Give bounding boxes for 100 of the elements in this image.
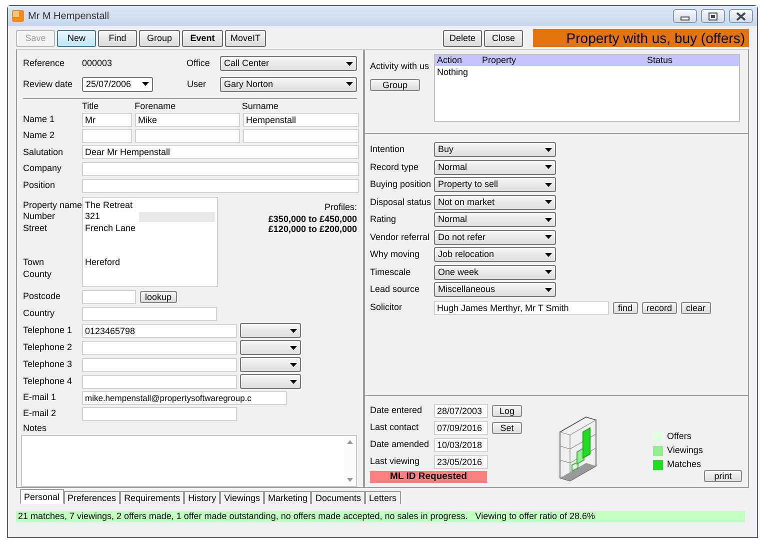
text-field[interactable]: Mike: [135, 112, 240, 127]
dropdown[interactable]: One week: [434, 264, 556, 280]
tab[interactable]: History: [184, 491, 220, 504]
print-button[interactable]: print: [704, 470, 742, 482]
dropdown[interactable]: [240, 357, 301, 372]
action-button[interactable]: Delete: [443, 30, 482, 46]
caret-icon: [346, 82, 353, 86]
text-field[interactable]: mike.hempenstall@propertysoftwaregroup.c: [82, 391, 287, 406]
date-button[interactable]: Set: [492, 422, 522, 434]
close-button[interactable]: [729, 9, 753, 23]
caret-icon: [545, 165, 552, 170]
address-line: Hereford: [85, 257, 120, 268]
date-button[interactable]: Log: [492, 404, 522, 416]
address-line: The Retreat: [85, 200, 133, 210]
dropdown[interactable]: [240, 323, 301, 338]
dropdown[interactable]: Miscellaneous: [434, 282, 556, 298]
text-field[interactable]: [82, 374, 237, 389]
solicitor-button[interactable]: record: [642, 302, 678, 314]
field-label: Rating: [370, 213, 398, 226]
toolbar-button[interactable]: MoveIT: [225, 30, 266, 46]
text-field[interactable]: [82, 407, 237, 422]
text-field[interactable]: [82, 162, 359, 176]
text-field[interactable]: [82, 340, 237, 355]
field-label: Position: [23, 179, 56, 192]
text-field[interactable]: Mr: [82, 112, 132, 127]
text-field[interactable]: Hempenstall: [243, 112, 359, 127]
date-picker[interactable]: 25/07/2006: [82, 76, 153, 92]
toolbar-button[interactable]: Group: [139, 30, 180, 46]
field-label: County: [23, 268, 52, 279]
caret-icon: [545, 148, 552, 152]
text-field[interactable]: [82, 179, 359, 194]
text-field[interactable]: [82, 290, 136, 304]
caret-icon: [290, 328, 297, 333]
solicitor-button[interactable]: clear: [681, 302, 711, 314]
scroll-down-icon[interactable]: [347, 478, 353, 482]
toolbar-button[interactable]: New: [57, 30, 96, 46]
dropdown[interactable]: Do not refer: [434, 230, 556, 245]
address-line: 321: [85, 211, 100, 223]
field-label: Activity with us: [370, 60, 430, 73]
legend-label: Offers: [667, 430, 692, 444]
dropdown[interactable]: Buy: [434, 142, 556, 158]
field-label: E-mail 2: [23, 407, 58, 420]
text-field[interactable]: [82, 358, 237, 372]
scroll-up-icon[interactable]: [347, 440, 353, 444]
minimize-button[interactable]: [673, 9, 697, 23]
dropdown[interactable]: [240, 340, 301, 356]
dropdown[interactable]: Not on market: [434, 194, 556, 210]
dropdown[interactable]: [240, 374, 301, 390]
lookup-button[interactable]: lookup: [140, 290, 177, 303]
text-field[interactable]: 23/05/2016: [434, 454, 488, 468]
field-label: Intention: [370, 143, 406, 156]
toolbar-button[interactable]: Event: [182, 30, 223, 46]
column-header: Action: [436, 55, 464, 66]
group-button[interactable]: Group: [370, 78, 420, 90]
tab[interactable]: Viewings: [220, 491, 264, 504]
caret-icon: [545, 235, 552, 240]
field-label: Why moving: [370, 248, 421, 261]
text-field[interactable]: [82, 306, 217, 321]
field-label: Number: [23, 211, 56, 222]
text-field[interactable]: 10/03/2018: [434, 438, 488, 452]
dropdown[interactable]: Normal: [434, 160, 556, 175]
text-field[interactable]: [135, 128, 240, 143]
tab[interactable]: Preferences: [64, 491, 120, 504]
toolbar-button[interactable]: Find: [98, 30, 137, 46]
tab[interactable]: Documents: [311, 491, 366, 504]
text-field[interactable]: [243, 128, 359, 143]
tab[interactable]: Letters: [365, 491, 401, 504]
field-label: Notes: [23, 422, 47, 435]
price-range: £350,000 to £450,000: [267, 214, 357, 224]
text-field[interactable]: Hugh James Merthyr, Mr T Smith: [434, 300, 609, 314]
text-field[interactable]: 07/09/2016: [434, 420, 488, 434]
dropdown[interactable]: Normal: [434, 212, 556, 228]
tab[interactable]: Requirements: [120, 491, 184, 504]
action-button[interactable]: Close: [484, 30, 523, 46]
field-label: Name 1: [23, 113, 56, 126]
profiles-label: Profiles:: [323, 200, 357, 214]
maximize-button[interactable]: [701, 9, 725, 23]
field-label: Record type: [370, 160, 420, 174]
activity-list[interactable]: Action Property Status Nothing: [434, 54, 740, 122]
text-field[interactable]: [82, 128, 132, 143]
notes-area[interactable]: [21, 435, 357, 487]
scrollbar[interactable]: [344, 436, 356, 486]
field-label: Company: [23, 162, 63, 176]
solicitor-button[interactable]: find: [613, 302, 638, 314]
tab[interactable]: Marketing: [264, 491, 312, 504]
reference-value: 000003: [82, 57, 114, 70]
caret-icon: [142, 82, 149, 86]
dropdown[interactable]: Gary Norton: [220, 76, 357, 92]
column-header: Forename: [134, 100, 177, 114]
text-field[interactable]: 0123465798: [82, 324, 237, 338]
dropdown[interactable]: Call Center: [220, 56, 357, 72]
price-range: £120,000 to £200,000: [267, 224, 357, 234]
dropdown[interactable]: Property to sell: [434, 177, 556, 192]
tab[interactable]: Personal: [20, 489, 64, 504]
dropdown[interactable]: Job relocation: [434, 247, 556, 262]
maximize-icon: [708, 12, 718, 20]
close-icon: [736, 12, 746, 20]
text-field[interactable]: Dear Mr Hempenstall: [82, 145, 359, 160]
text-field[interactable]: 28/07/2003: [434, 404, 488, 418]
caret-icon: [545, 288, 552, 292]
